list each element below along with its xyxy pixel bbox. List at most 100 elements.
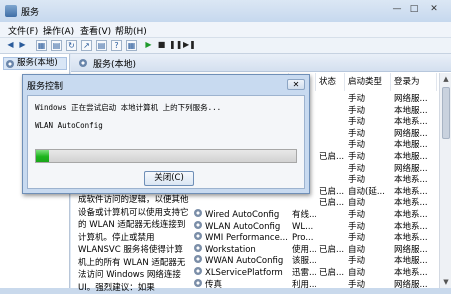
menu-help[interactable]: 帮助(H) (115, 24, 147, 37)
nav-item-label: 服务(本地) (17, 58, 58, 68)
service-name: WWAN AutoConfig (205, 256, 284, 267)
menu-view[interactable]: 查看(V) (80, 24, 111, 37)
column-status[interactable]: 状态 (316, 73, 345, 91)
dialog-title: 服务控制 (27, 82, 64, 92)
help-icon[interactable]: ? (111, 40, 122, 51)
service-name: 传真 (205, 279, 223, 290)
service-logon: 网络服... (394, 279, 428, 290)
service-startup: 手动 (348, 233, 366, 244)
menu-bar: 文件(F) 操作(A) 查看(V) 帮助(H) (0, 22, 451, 38)
service-gear-icon (194, 243, 202, 252)
service-gear-icon (194, 267, 202, 275)
service-startup: 手动 (348, 256, 366, 267)
service-startup: 手动 (348, 221, 366, 232)
service-logon: 本地系... (394, 117, 428, 128)
start-service-icon[interactable]: ▶ (143, 40, 154, 51)
service-startup: 自动 (348, 268, 366, 278)
services-window: 服务 — □ ✕ 文件(F) 操作(A) 查看(V) 帮助(H) ◀ ▶ ▦ ▤… (0, 0, 451, 293)
pause-service-icon[interactable]: ❚❚ (169, 40, 182, 51)
service-status: 已启... (319, 268, 345, 278)
scroll-up-icon[interactable]: ▲ (442, 75, 450, 83)
service-name: WLAN AutoConfig (205, 221, 281, 232)
close-icon[interactable]: ✕ (427, 4, 441, 16)
dialog-close-icon[interactable]: ✕ (287, 79, 305, 90)
services-gear-icon (79, 59, 87, 67)
service-logon: 本地系... (394, 268, 428, 278)
service-gear-icon (194, 255, 202, 264)
service-logon: 本地系... (394, 221, 428, 232)
service-logon: 本地系... (394, 198, 428, 209)
service-startup: 手动 (348, 210, 366, 220)
service-desc: 迅雷... (292, 268, 316, 278)
column-log-on-as[interactable]: 登录为 (391, 73, 437, 91)
service-desc: 有线... (292, 210, 316, 220)
service-gear-icon (194, 232, 202, 241)
minimize-icon[interactable]: — (390, 4, 404, 16)
service-status: 已启... (319, 244, 345, 255)
service-logon: 本地系... (394, 186, 428, 197)
content-header: 服务(本地) (71, 54, 451, 72)
title-bar: 服务 — □ ✕ (0, 0, 451, 22)
service-startup: 手动 (348, 105, 366, 116)
service-startup: 手动 (348, 128, 366, 139)
service-startup: 手动 (348, 152, 366, 162)
dialog-service-name: WLAN AutoConfig (35, 121, 103, 130)
stop-service-icon[interactable]: ■ (156, 40, 167, 51)
service-name: WMI Performance... (205, 233, 288, 244)
toolbar: ◀ ▶ ▦ ▤ ↻ ↗ ▤ ? ▦ ▶ ■ ❚❚ ▶❚ (0, 38, 451, 54)
service-logon: 本地系... (394, 175, 428, 186)
service-logon: 本地服... (394, 152, 428, 162)
forward-arrow-icon[interactable]: ▶ (17, 40, 28, 51)
service-desc: 使用... (292, 244, 316, 255)
scroll-down-icon[interactable]: ▼ (442, 278, 450, 286)
service-row[interactable]: WWAN AutoConfig 该服... 手动 本地服... (193, 255, 437, 267)
service-control-dialog: 服务控制 ✕ Windows 正在尝试启动 本地计算机 上的下列服务... WL… (22, 74, 310, 194)
service-startup: 手动 (348, 175, 366, 186)
service-logon: 本地系... (394, 210, 428, 220)
service-row[interactable]: 已启... 自动 本地系... (193, 197, 437, 209)
service-logon: 本地服... (394, 105, 428, 116)
refresh-icon[interactable]: ↻ (66, 40, 77, 51)
service-name: XLServicePlatform (205, 268, 283, 278)
menu-action[interactable]: 操作(A) (43, 24, 74, 37)
service-desc: WL... (292, 221, 314, 232)
nav-item-services-local[interactable]: 服务(本地) (3, 57, 67, 70)
dialog-close-button[interactable]: 关闭(C) (144, 171, 194, 186)
show-hide-icon[interactable]: ▦ (126, 40, 137, 51)
properties-icon[interactable]: ▤ (96, 40, 107, 51)
service-row[interactable]: 传真 利用... 手动 网络服... (193, 278, 437, 291)
service-status: 已启... (319, 152, 345, 162)
service-startup: 自动(延... (348, 186, 385, 197)
service-gear-icon (194, 209, 202, 217)
window-title: 服务 (21, 8, 40, 18)
service-startup: 自动 (348, 244, 366, 255)
service-row[interactable]: XLServicePlatform 迅雷... 已启... 自动 本地系... (193, 267, 437, 279)
service-logon: 网络服... (394, 94, 428, 104)
vertical-scrollbar[interactable]: ▲ ▼ (439, 73, 451, 288)
service-startup: 手动 (348, 163, 366, 174)
scroll-thumb[interactable] (442, 87, 450, 139)
service-row[interactable]: Workstation 使用... 已启... 自动 网络服... (193, 243, 437, 256)
service-startup: 手动 (348, 140, 366, 151)
maximize-icon[interactable]: □ (407, 4, 421, 16)
console-tree-icon[interactable]: ▦ (36, 40, 47, 51)
restart-service-icon[interactable]: ▶❚ (183, 40, 196, 51)
service-logon: 本地服... (394, 140, 428, 151)
service-startup: 手动 (348, 117, 366, 128)
back-arrow-icon[interactable]: ◀ (5, 40, 16, 51)
export-icon[interactable]: ↗ (81, 40, 92, 51)
services-app-icon (5, 5, 17, 17)
dialog-message: Windows 正在尝试启动 本地计算机 上的下列服务... (35, 103, 222, 112)
service-row[interactable]: Wired AutoConfig 有线... 手动 本地系... (193, 209, 437, 221)
service-row[interactable]: WMI Performance... Pro... 手动 本地系... (193, 232, 437, 244)
service-gear-icon (194, 220, 202, 229)
service-row[interactable]: WLAN AutoConfig WL... 手动 本地系... (193, 220, 437, 233)
dialog-body: Windows 正在尝试启动 本地计算机 上的下列服务... WLAN Auto… (27, 95, 305, 189)
list-view-icon[interactable]: ▤ (51, 40, 62, 51)
service-status: 已启... (319, 186, 345, 197)
service-desc: 利用... (292, 279, 316, 290)
column-startup-type[interactable]: 启动类型 (345, 73, 391, 91)
start-progress-bar (35, 149, 297, 163)
service-startup: 手动 (348, 279, 366, 290)
menu-file[interactable]: 文件(F) (8, 24, 38, 37)
